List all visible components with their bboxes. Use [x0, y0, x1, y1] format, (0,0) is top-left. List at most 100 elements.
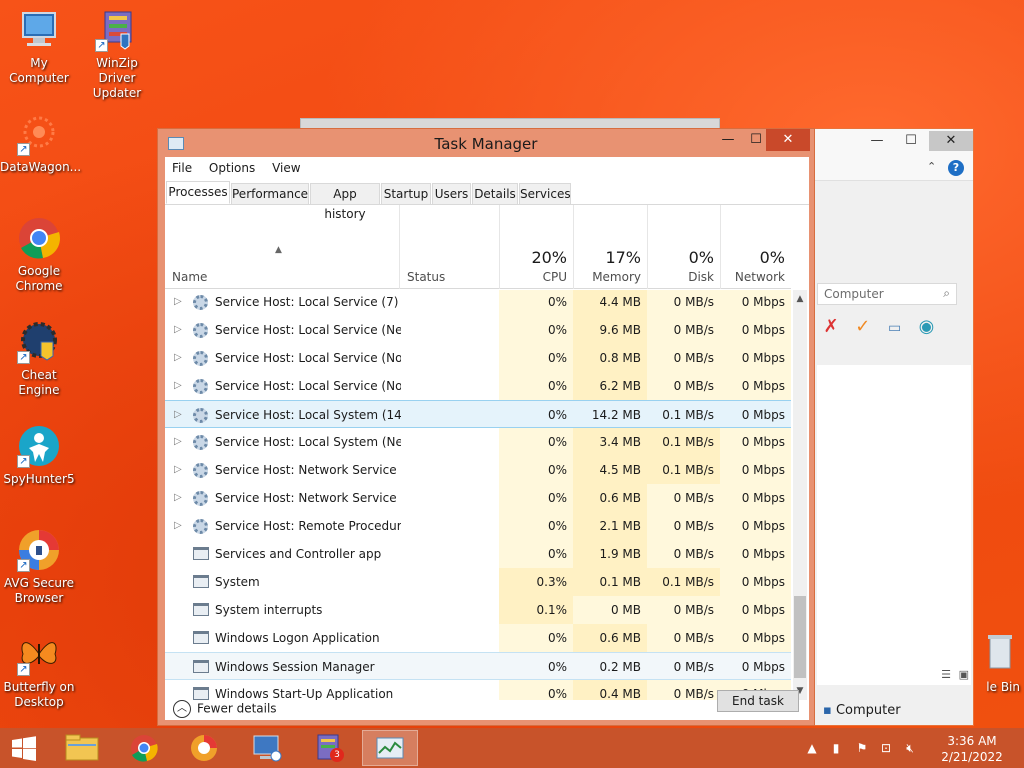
gear-icon	[193, 463, 209, 478]
tab-users[interactable]: Users	[432, 183, 471, 205]
memory-value: 0.6 MB	[573, 484, 647, 512]
expand-chevron-icon[interactable]: ▷	[174, 512, 182, 540]
expand-chevron-icon[interactable]: ▷	[174, 456, 182, 484]
close-button[interactable]: ✕	[766, 129, 810, 151]
clock[interactable]: 3:36 AM 2/21/2022	[940, 733, 1004, 765]
tab-app-history[interactable]: App history	[310, 183, 380, 221]
file-explorer-icon[interactable]	[54, 730, 110, 766]
task-manager-icon[interactable]	[362, 730, 418, 766]
disk-value: 0.1 MB/s	[647, 456, 720, 484]
app-window-icon	[193, 631, 209, 645]
network-value: 0 Mbps	[741, 660, 785, 674]
search-input[interactable]: Computer ⌕	[817, 283, 957, 305]
chevron-up-icon[interactable]: ⌃	[927, 160, 936, 173]
menu-file[interactable]: File	[172, 161, 192, 175]
desktop-icon-my-computer[interactable]: My Computer	[0, 8, 78, 86]
process-row[interactable]: 0%0.4 MB0 MB/s0 MbpsWindows Start-Up App…	[165, 680, 791, 700]
memory-value: 2.1 MB	[573, 512, 647, 540]
network-app-icon[interactable]	[238, 730, 294, 766]
disk-value: 0 MB/s	[647, 540, 720, 568]
task-manager-footer: ︿ Fewer details End task	[165, 690, 809, 720]
menu-options[interactable]: Options	[209, 161, 255, 175]
system-tray: ▲ ▮ ⚑ ⊡ 🔇︎ 3:36 AM 2/21/2022	[804, 728, 1024, 768]
expand-chevron-icon[interactable]: ▷	[174, 372, 182, 400]
process-row[interactable]: 0% 1.9 MB 0 MB/s 0 Mbps Services and Control…	[165, 540, 791, 568]
search-icon[interactable]: ⌕	[943, 286, 950, 301]
close-icon[interactable]: ✕	[929, 131, 973, 151]
desktop-icon-spyhunter[interactable]: ↗ SpyHunter5	[0, 424, 78, 487]
column-disk[interactable]: 0% Disk	[647, 205, 720, 289]
desktop-icon-butterfly[interactable]: ↗ Butterfly on Desktop	[0, 632, 78, 710]
task-manager-titlebar[interactable]: Task Manager — ☐ ✕	[158, 129, 814, 157]
minimize-icon[interactable]: —	[863, 131, 891, 151]
process-row[interactable]: 0% 0.8 MB 0 MB/s 0 Mbps ▷ Service Host: Local…	[165, 344, 791, 372]
tab-processes[interactable]: Processes	[166, 181, 230, 204]
process-name: Service Host: Local Service (7)	[215, 295, 399, 309]
process-row[interactable]: 0% 4.4 MB 0 MB/s 0 Mbps ▷ Service Host: Local…	[165, 290, 791, 316]
column-cpu[interactable]: 20% CPU	[499, 205, 573, 289]
action-center-flag-icon[interactable]: ⚑	[854, 740, 870, 756]
tab-details[interactable]: Details	[472, 183, 518, 205]
explorer-titlebar[interactable]: — ☐ ✕	[813, 129, 973, 155]
column-memory[interactable]: 17% Memory	[573, 205, 647, 289]
minimize-icon[interactable]: —	[714, 129, 742, 151]
process-row[interactable]: 0% 3.4 MB 0.1 MB/s 0 Mbps ▷ Service Host: Loc…	[165, 428, 791, 456]
tab-startup[interactable]: Startup	[381, 183, 431, 205]
expand-chevron-icon[interactable]: ▷	[174, 484, 182, 512]
help-icon[interactable]: ?	[948, 160, 964, 176]
expand-chevron-icon[interactable]: ▷	[174, 316, 182, 344]
scroll-thumb[interactable]	[794, 596, 806, 678]
desktop-icon-winzip-driver-updater[interactable]: ↗ WinZip Driver Updater	[78, 8, 156, 101]
windows-start-icon[interactable]	[0, 730, 48, 766]
properties-icon[interactable]: ▭	[881, 316, 909, 340]
explorer-window[interactable]: — ☐ ✕ ⌃ ? Computer ⌕ ✗ ✓ ▭ ◉ ☰ ▣ ▪ Compu…	[812, 128, 974, 726]
gear-icon	[193, 379, 209, 394]
process-row[interactable]: 0% 2.1 MB 0 MB/s 0 Mbps ▷ Service Host: Remot…	[165, 512, 791, 540]
process-row[interactable]: 0.3% 0.1 MB 0.1 MB/s 0 Mbps System	[165, 568, 791, 596]
expand-chevron-icon[interactable]: ▷	[174, 290, 182, 316]
tab-performance[interactable]: Performance	[231, 183, 309, 205]
process-row[interactable]: 0% 0.6 MB 0 MB/s 0 Mbps Windows Logon Applic…	[165, 624, 791, 652]
desktop-icon-google-chrome[interactable]: Google Chrome	[0, 216, 78, 294]
process-row[interactable]: 0% 4.5 MB 0.1 MB/s 0 Mbps ▷ Service Host: Net…	[165, 456, 791, 484]
process-row[interactable]: 0% 14.2 MB 0.1 MB/s 0 Mbps ▷ Service Host: Lo…	[165, 400, 791, 428]
volume-muted-icon[interactable]: 🔇︎	[902, 740, 918, 756]
chrome-icon[interactable]	[116, 730, 172, 766]
expand-chevron-icon[interactable]: ▷	[174, 344, 182, 372]
process-row[interactable]: 0.1% 0 MB 0 MB/s 0 Mbps System interrupts	[165, 596, 791, 624]
desktop-icon-cheat-engine[interactable]: ↗ Cheat Engine	[0, 320, 78, 398]
task-manager-window[interactable]: Task Manager — ☐ ✕ File Options View Pro…	[157, 128, 815, 726]
network-icon[interactable]: ⊡	[878, 740, 894, 756]
tab-services[interactable]: Services	[519, 183, 571, 205]
vertical-scrollbar[interactable]: ▲ ▼	[793, 290, 807, 700]
expand-chevron-icon[interactable]: ▷	[174, 401, 182, 429]
taskbar: 3 ▲ ▮ ⚑ ⊡ 🔇︎ 3:36 AM 2/21/2022	[0, 728, 1024, 768]
avg-browser-icon[interactable]	[176, 730, 232, 766]
maximize-icon[interactable]: ☐	[897, 131, 925, 151]
column-network[interactable]: 0% Network	[720, 205, 791, 289]
desktop-icon-datawagon[interactable]: ↗ DataWagon...	[0, 112, 81, 175]
expand-chevron-icon[interactable]: ▷	[174, 428, 182, 456]
delete-icon[interactable]: ✗	[817, 315, 845, 339]
network-value: 0 Mbps	[720, 456, 791, 484]
menu-view[interactable]: View	[272, 161, 300, 175]
tiles-view-icon[interactable]: ▣	[959, 668, 969, 681]
column-name[interactable]: ▲ Name	[165, 205, 399, 289]
column-status[interactable]: Status	[399, 205, 499, 289]
check-icon[interactable]: ✓	[849, 315, 877, 339]
process-row[interactable]: 0% 0.6 MB 0 MB/s 0 Mbps ▷ Service Host: Netwo…	[165, 484, 791, 512]
process-row[interactable]: 0% 9.6 MB 0 MB/s 0 Mbps ▷ Service Host: Local…	[165, 316, 791, 344]
show-hidden-icons-icon[interactable]: ▲	[804, 740, 820, 756]
desktop-icon-avg-secure-browser[interactable]: ↗ AVG Secure Browser	[0, 528, 78, 606]
battery-icon[interactable]: ▮	[828, 740, 844, 756]
end-task-button[interactable]: End task	[717, 690, 799, 712]
details-view-icon[interactable]: ☰	[941, 668, 951, 681]
process-row[interactable]: 0% 6.2 MB 0 MB/s 0 Mbps ▷ Service Host: Local…	[165, 372, 791, 400]
desktop-icon-label: My Computer	[9, 56, 69, 85]
process-row[interactable]: 0% 0.2 MB 0 MB/s 0 Mbps Windows Session Mana…	[165, 652, 791, 680]
globe-icon[interactable]: ◉	[912, 315, 940, 339]
chrome-icon	[17, 216, 61, 260]
fewer-details-button[interactable]: ︿ Fewer details	[173, 700, 277, 718]
scroll-up-icon[interactable]: ▲	[793, 292, 807, 306]
winzip-updater-icon[interactable]: 3	[300, 730, 356, 766]
